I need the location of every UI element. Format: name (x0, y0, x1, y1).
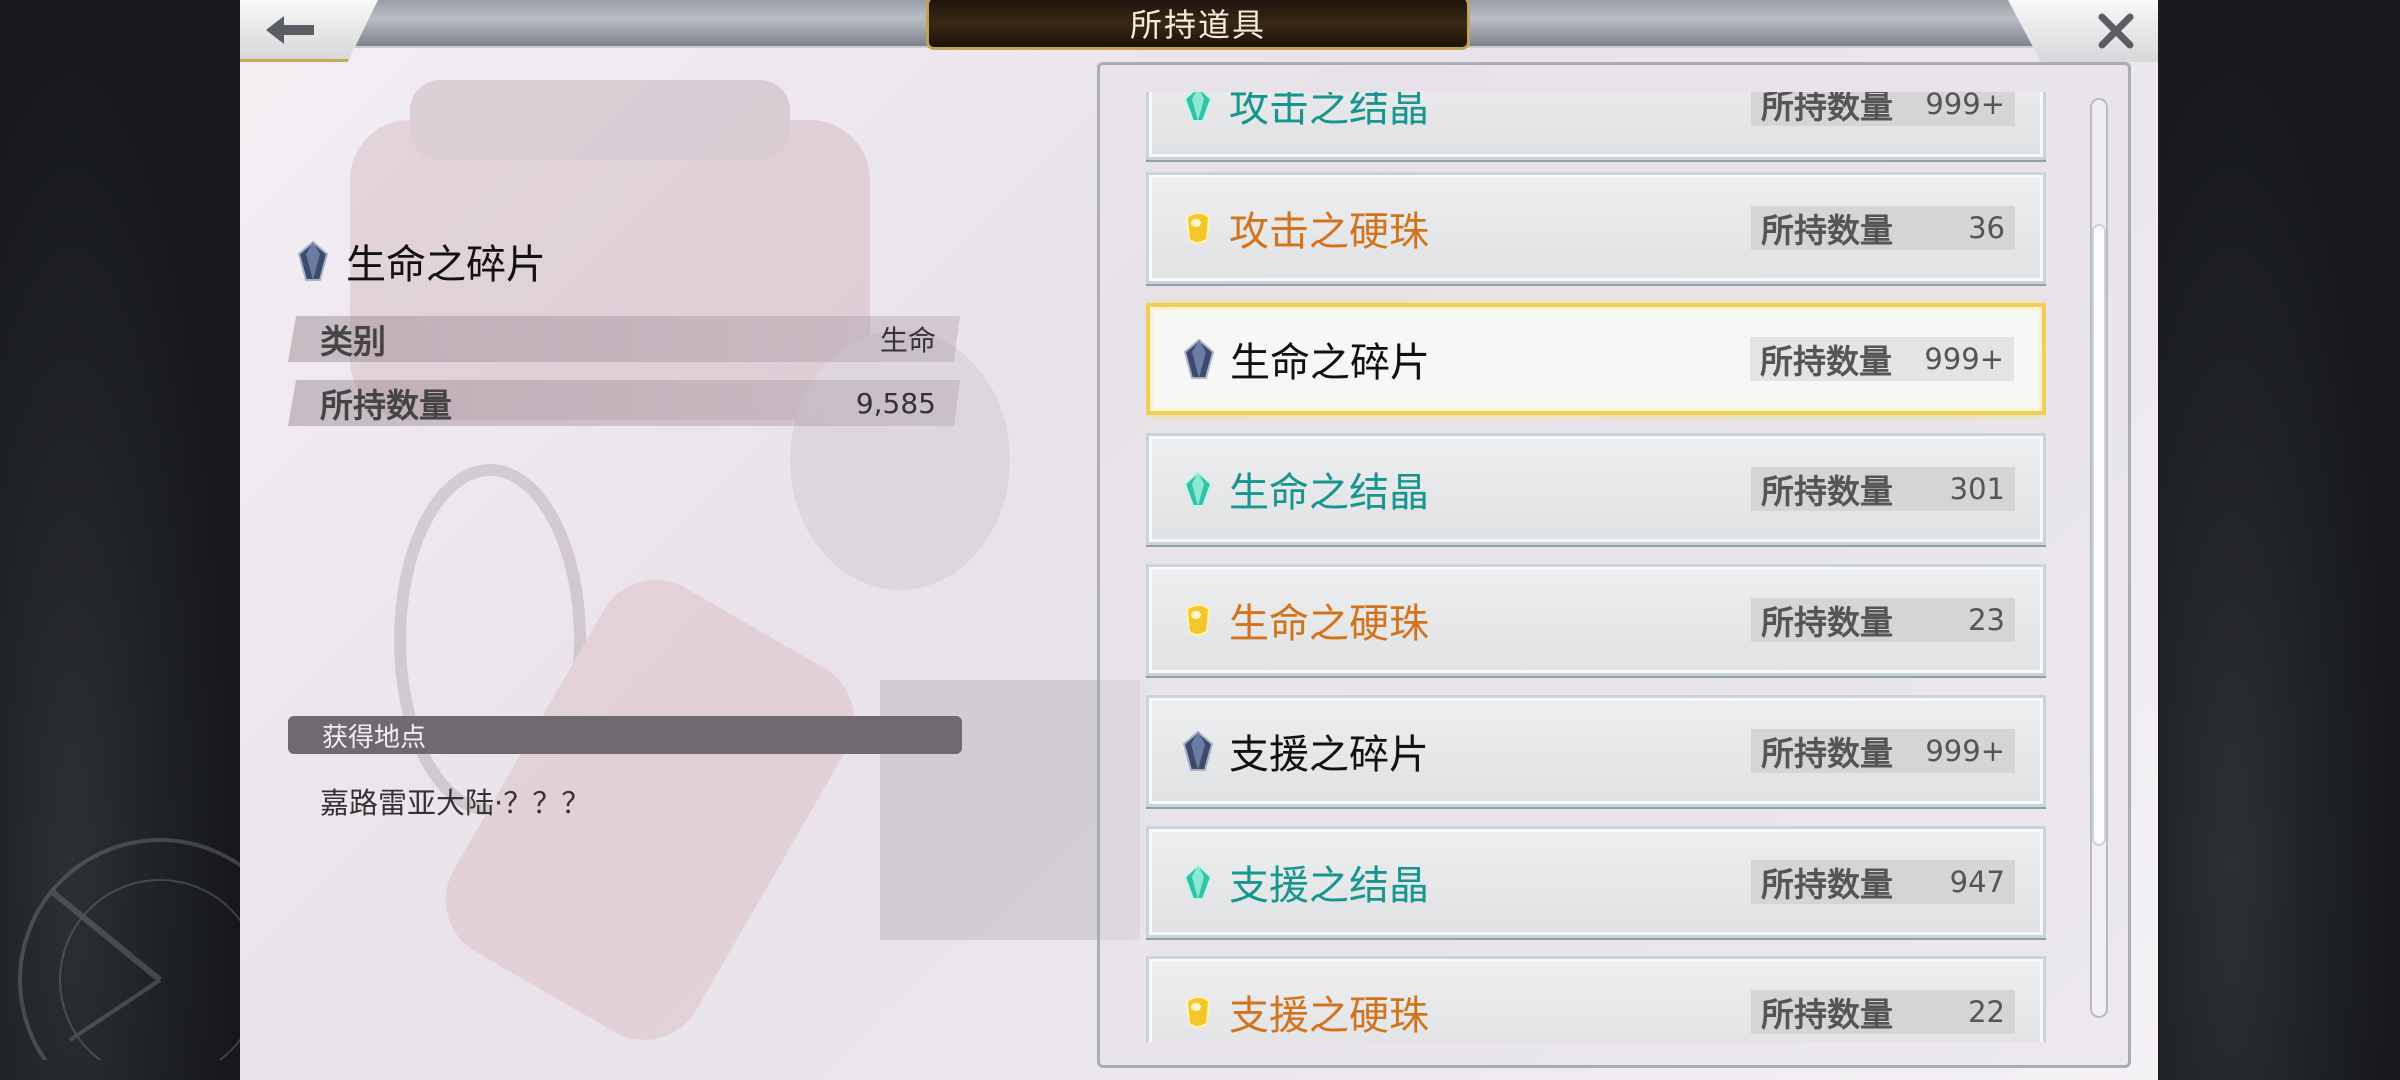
shard-gem-icon (297, 240, 329, 281)
quantity-label: 所持数量 (1761, 734, 1893, 773)
quantity-label: 所持数量 (1761, 865, 1893, 904)
orb-gem-icon (1185, 604, 1211, 636)
clock-ornament-icon (18, 838, 240, 1060)
inventory-panel: 所持道具 生命之碎片 类别 生命 所持数量 9,585 获得地点 嘉路雷亚大陆·… (240, 0, 2158, 1080)
quantity-label: 所持数量 (1761, 472, 1893, 511)
selected-item-name: 生命之碎片 (346, 242, 546, 288)
quantity-value: 301 (1949, 472, 2005, 506)
quantity-value: 999+ (1925, 734, 2005, 768)
back-button[interactable] (240, 0, 378, 62)
shard-gem-icon (1182, 730, 1214, 771)
crystal-gem-icon (1183, 470, 1213, 507)
quantity-value: 36 (1968, 211, 2005, 245)
quantity-label: 所持数量 (1761, 603, 1893, 642)
list-item-name: 攻击之结晶 (1229, 92, 1429, 131)
info-value: 生命 (879, 324, 936, 357)
page-title: 所持道具 (926, 0, 1470, 50)
selected-item-title: 生命之碎片 (296, 232, 546, 290)
list-item-name: 支援之硬珠 (1229, 993, 1429, 1039)
quantity-box: 所持数量 999+ (1751, 729, 2015, 773)
quantity-box: 所持数量 36 (1751, 206, 2015, 250)
info-label: 所持数量 (320, 386, 452, 425)
close-button[interactable] (2008, 0, 2158, 62)
quantity-box: 所持数量 999+ (1750, 337, 2014, 381)
quantity-label: 所持数量 (1760, 342, 1892, 381)
left-background (0, 0, 240, 1080)
list-item[interactable]: 生命之结晶 所持数量 301 (1146, 433, 2046, 545)
arrow-left-icon (266, 15, 314, 44)
list-item[interactable]: 支援之硬珠 所持数量 22 (1146, 956, 2046, 1042)
list-item[interactable]: 生命之碎片 所持数量 999+ (1146, 303, 2046, 415)
quantity-label: 所持数量 (1761, 211, 1893, 250)
shard-gem-icon (1183, 338, 1215, 379)
quantity-value: 999+ (1924, 342, 2004, 376)
quantity-box: 所持数量 947 (1751, 860, 2015, 904)
list-item[interactable]: 攻击之硬珠 所持数量 36 (1146, 172, 2046, 284)
list-item-name: 生命之硬珠 (1229, 601, 1429, 647)
list-item-name: 生命之结晶 (1229, 470, 1429, 516)
close-icon (2098, 13, 2134, 49)
orb-gem-icon (1185, 212, 1211, 244)
list-item[interactable]: 支援之结晶 所持数量 947 (1146, 826, 2046, 938)
quantity-value: 999+ (1925, 92, 2005, 121)
list-item-name: 攻击之硬珠 (1229, 209, 1429, 255)
scrollbar-thumb[interactable] (2092, 224, 2106, 846)
info-row-quantity: 所持数量 9,585 (288, 380, 960, 426)
right-background (2160, 0, 2400, 1080)
list-item-name: 支援之结晶 (1229, 863, 1429, 909)
list-item[interactable]: 生命之硬珠 所持数量 23 (1146, 564, 2046, 676)
quantity-value: 22 (1968, 995, 2005, 1029)
crystal-gem-icon (1183, 92, 1213, 122)
list-item[interactable]: 支援之碎片 所持数量 999+ (1146, 695, 2046, 807)
quantity-value: 23 (1968, 603, 2005, 637)
info-label: 类别 (320, 322, 386, 361)
source-header: 获得地点 (288, 716, 962, 754)
list-item-name: 生命之碎片 (1230, 340, 1430, 386)
info-value: 9,585 (855, 386, 936, 420)
quantity-value: 947 (1949, 865, 2005, 899)
quantity-box: 所持数量 301 (1751, 467, 2015, 511)
orb-gem-icon (1185, 996, 1211, 1028)
list-item[interactable]: 攻击之结晶 所持数量 999+ (1146, 92, 2046, 160)
quantity-label: 所持数量 (1761, 92, 1893, 126)
item-list[interactable]: 攻击之结晶 所持数量 999+ 攻击之硬珠 所持数量 36 生命之碎片 所持数量 999+ 生命之… (1146, 92, 2046, 1042)
quantity-box: 所持数量 22 (1751, 990, 2015, 1034)
source-location: 嘉路雷亚大陆·？？？ (320, 786, 591, 820)
list-item-name: 支援之碎片 (1229, 732, 1429, 778)
quantity-label: 所持数量 (1761, 995, 1893, 1034)
quantity-box: 所持数量 23 (1751, 598, 2015, 642)
crystal-gem-icon (1183, 863, 1213, 900)
info-row-category: 类别 生命 (288, 316, 960, 362)
quantity-box: 所持数量 999+ (1751, 92, 2015, 126)
